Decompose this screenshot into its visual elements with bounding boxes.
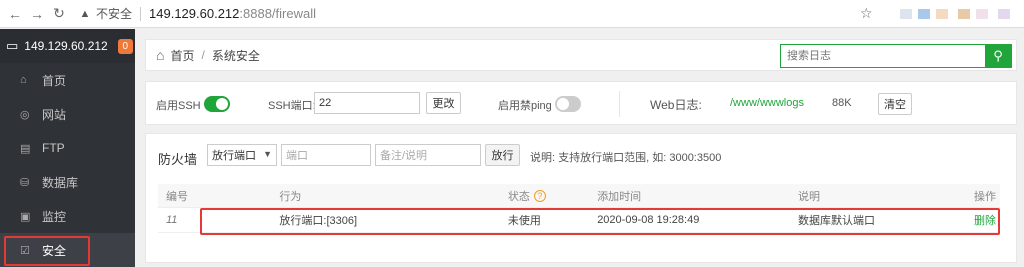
- port-input[interactable]: 端口: [281, 144, 371, 166]
- log-search: ⚲: [780, 44, 1012, 68]
- ssh-port-input[interactable]: 22: [314, 92, 420, 114]
- server-host: 149.129.60.212: [24, 39, 108, 53]
- bookmark-star-icon[interactable]: ☆: [860, 5, 873, 22]
- breadcrumb-separator: /: [201, 48, 205, 62]
- rule-type-select[interactable]: 放行端口 ▼: [207, 144, 277, 166]
- search-input[interactable]: [781, 45, 985, 67]
- ssh-port-label: SSH端口:: [268, 100, 316, 112]
- address-divider: [140, 6, 142, 21]
- url-path: :8888/firewall: [239, 6, 316, 21]
- ping-toggle[interactable]: [555, 96, 581, 112]
- header-id: 编号: [166, 190, 188, 203]
- security-settings: 启用SSH SSH端口: 22 更改 启用禁ping Web日志: /www/w…: [145, 81, 1017, 125]
- sidebar-item-website[interactable]: ◎ 网站: [0, 97, 135, 131]
- extension-icon[interactable]: [900, 9, 912, 19]
- ping-label: 启用禁ping: [498, 100, 552, 112]
- extension-icon[interactable]: [936, 9, 948, 19]
- note-input[interactable]: 备注/说明: [375, 144, 481, 166]
- highlight-box: [4, 236, 90, 266]
- search-button[interactable]: ⚲: [985, 45, 1011, 67]
- url-host: 149.129.60.212: [149, 6, 240, 21]
- warning-icon: ▲: [79, 7, 91, 20]
- main-content: ⌂ 首页 / 系统安全 ⚲ 启用SSH SSH端口: 22 更改 启用禁ping…: [145, 39, 1017, 263]
- sidebar: ▭ 149.129.60.212 0 ⌂ 首页 ◎ 网站 ▤ FTP ⛁ 数据库…: [0, 29, 135, 267]
- home-icon: ⌂: [20, 74, 27, 86]
- weblog-size: 88K: [832, 97, 852, 109]
- header-status: 状态 ?: [508, 188, 597, 204]
- ssh-toggle[interactable]: [204, 96, 230, 112]
- breadcrumb-current: 系统安全: [211, 48, 260, 63]
- clear-log-button[interactable]: 清空: [878, 93, 912, 115]
- notification-badge[interactable]: 0: [117, 38, 133, 54]
- sidebar-item-label: 数据库: [42, 175, 79, 190]
- extension-icon[interactable]: [918, 9, 930, 19]
- sidebar-item-label: 网站: [42, 107, 67, 122]
- header-status-label: 状态: [507, 190, 530, 203]
- sidebar-item-label: 监控: [42, 209, 67, 224]
- highlight-box: [200, 208, 1000, 235]
- back-icon[interactable]: ←: [4, 0, 26, 28]
- port-placeholder: 端口: [286, 150, 308, 162]
- firewall-table: 编号 行为 状态 ? 添加时间 说明 操作 11 放行端口:[3306] 未使用…: [158, 184, 1000, 235]
- extension-icon[interactable]: [958, 9, 970, 19]
- extension-icon[interactable]: [976, 9, 988, 19]
- header-time: 添加时间: [597, 190, 642, 203]
- sidebar-item-security[interactable]: ☑ 安全: [0, 233, 135, 267]
- browser-toolbar: ← → ↻ ▲ 不安全 149.129.60.212:8888/firewall…: [0, 0, 1024, 28]
- table-row: 11 放行端口:[3306] 未使用 2020-09-08 19:28:49 数…: [158, 208, 1000, 235]
- monitor-icon: ▭: [6, 38, 19, 53]
- sidebar-item-monitor[interactable]: ▣ 监控: [0, 199, 135, 233]
- breadcrumb-home[interactable]: 首页: [170, 47, 194, 64]
- header-note: 说明: [797, 190, 820, 203]
- sidebar-item-label: 首页: [42, 73, 67, 88]
- reload-icon[interactable]: ↻: [48, 0, 70, 28]
- ssh-label: 启用SSH: [156, 100, 201, 112]
- monitor-icon: ▣: [20, 210, 31, 223]
- address-bar[interactable]: ▲ 不安全 149.129.60.212:8888/firewall: [78, 0, 316, 28]
- database-icon: ⛁: [20, 176, 30, 189]
- ftp-icon: ▤: [20, 142, 31, 155]
- divider: [619, 91, 620, 117]
- allow-button[interactable]: 放行: [485, 144, 520, 166]
- weblog-path[interactable]: /www/wwwlogs: [730, 97, 804, 109]
- sidebar-item-ftp[interactable]: ▤ FTP: [0, 131, 135, 165]
- firewall-hint: 说明: 支持放行端口范围, 如: 3000:3500: [530, 152, 722, 164]
- insecure-label: 不安全: [96, 7, 133, 21]
- breadcrumb: ⌂ 首页 / 系统安全 ⚲: [145, 39, 1017, 71]
- change-port-button[interactable]: 更改: [426, 92, 461, 114]
- table-header: 编号 行为 状态 ? 添加时间 说明 操作: [158, 184, 1000, 208]
- search-icon: ⚲: [993, 48, 1003, 63]
- weblog-label: Web日志:: [650, 98, 702, 112]
- header-op: 操作: [974, 190, 997, 203]
- sidebar-item-database[interactable]: ⛁ 数据库: [0, 165, 135, 199]
- rule-type-value: 放行端口: [212, 150, 256, 162]
- header-action: 行为: [279, 190, 302, 203]
- firewall-panel: 防火墙 放行端口 ▼ 端口 备注/说明 放行 说明: 支持放行端口范围, 如: …: [145, 133, 1017, 263]
- forward-icon[interactable]: →: [26, 0, 48, 28]
- sidebar-header: ▭ 149.129.60.212 0: [0, 29, 135, 63]
- help-icon[interactable]: ?: [533, 189, 546, 202]
- globe-icon: ◎: [20, 108, 30, 121]
- home-icon[interactable]: ⌂: [156, 47, 164, 63]
- profile-avatar[interactable]: [998, 9, 1010, 19]
- firewall-title: 防火墙: [158, 152, 198, 167]
- sidebar-item-home[interactable]: ⌂ 首页: [0, 63, 135, 97]
- sidebar-item-label: FTP: [42, 141, 65, 155]
- chevron-down-icon: ▼: [263, 149, 272, 159]
- note-placeholder: 备注/说明: [380, 150, 428, 162]
